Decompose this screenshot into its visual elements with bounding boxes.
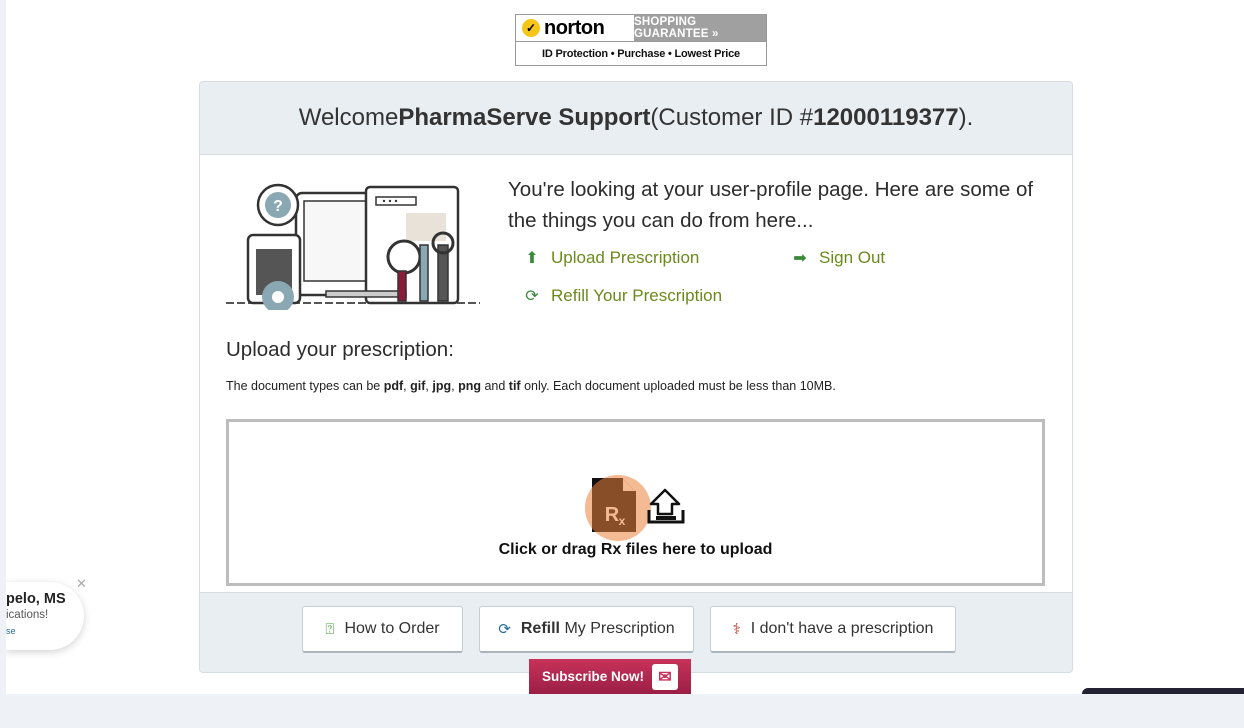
norton-brand: norton [544,16,605,39]
doctor-icon: ⚕ [732,621,741,638]
refresh-icon: ⟳ [525,288,539,305]
norton-shopping-guarantee-badge[interactable]: ✓ norton SHOPPING GUARANTEE » ID Protect… [515,14,767,66]
subscribe-now-button[interactable]: Subscribe Now! ✉ [529,659,691,694]
guarantee-features: ID Protection • Purchase • Lowest Price [516,41,766,66]
guarantee-label: SHOPPING GUARANTEE » [634,15,766,41]
how-to-order-label: How to Order [344,620,440,637]
refill-button-label: Refill My Prescription [520,620,675,637]
refresh-icon: ⟳ [498,621,511,638]
newsletter-icon: ✉ [652,663,678,690]
refill-prescription-label: Refill Your Prescription [551,286,723,305]
computer-tools-illustration: ? [226,183,480,310]
customer-id: 12000119377 [813,104,959,131]
refill-my-prescription-button[interactable]: ⟳ Refill My Prescription [479,606,694,653]
chat-widget-tab[interactable] [1082,688,1244,694]
cursor-highlight [585,475,651,541]
welcome-prefix: Welcome [298,104,399,131]
profile-card: Welcome PharmaServe Support (Customer ID… [199,81,1073,673]
no-prescription-button[interactable]: ⚕ I don't have a prescription [710,606,956,653]
upload-icon: ⬆ [525,250,539,267]
rx-file-dropzone[interactable]: R x Click or drag Rx files here to uploa… [226,419,1045,586]
dropzone-label: Click or drag Rx files here to upload [498,541,773,558]
upload-section-title: Upload your prescription: [226,338,454,361]
how-to-order-button[interactable]: ⍰ How to Order [302,606,463,653]
popup-message: ications! [6,609,49,621]
sign-out-icon: ➡ [793,250,807,267]
upload-file-types-note: The document types can be pdf, gif, jpg,… [226,379,836,393]
popup-small-text: se [6,626,16,636]
customer-name: PharmaServe Support [398,104,651,131]
popup-location: pelo, MS [6,591,66,607]
norton-logo: ✓ norton [516,15,634,41]
upload-prescription-link[interactable]: ⬆ Upload Prescription [523,248,699,268]
upload-arrow-icon [647,488,685,524]
welcome-heading: Welcome PharmaServe Support (Customer ID… [200,82,1072,155]
checkmark-icon: ✓ [522,19,540,37]
close-icon[interactable]: ✕ [76,576,87,592]
welcome-suffix: ). [958,104,974,131]
svg-text:?: ? [273,198,283,215]
upload-prescription-label: Upload Prescription [551,248,700,267]
no-prescription-label: I don't have a prescription [750,620,934,637]
welcome-mid: (Customer ID # [650,104,814,131]
question-circle-icon: ⍰ [325,620,335,638]
location-notification-popup[interactable]: pelo, MS ications! se [6,582,84,650]
sign-out-link[interactable]: ➡ Sign Out [791,248,885,268]
subscribe-label: Subscribe Now! [541,669,644,684]
sign-out-label: Sign Out [819,248,886,267]
page: ✓ norton SHOPPING GUARANTEE » ID Protect… [6,0,1244,694]
intro-text: You're looking at your user-profile page… [508,178,1034,232]
refill-prescription-link[interactable]: ⟳ Refill Your Prescription [523,286,722,306]
